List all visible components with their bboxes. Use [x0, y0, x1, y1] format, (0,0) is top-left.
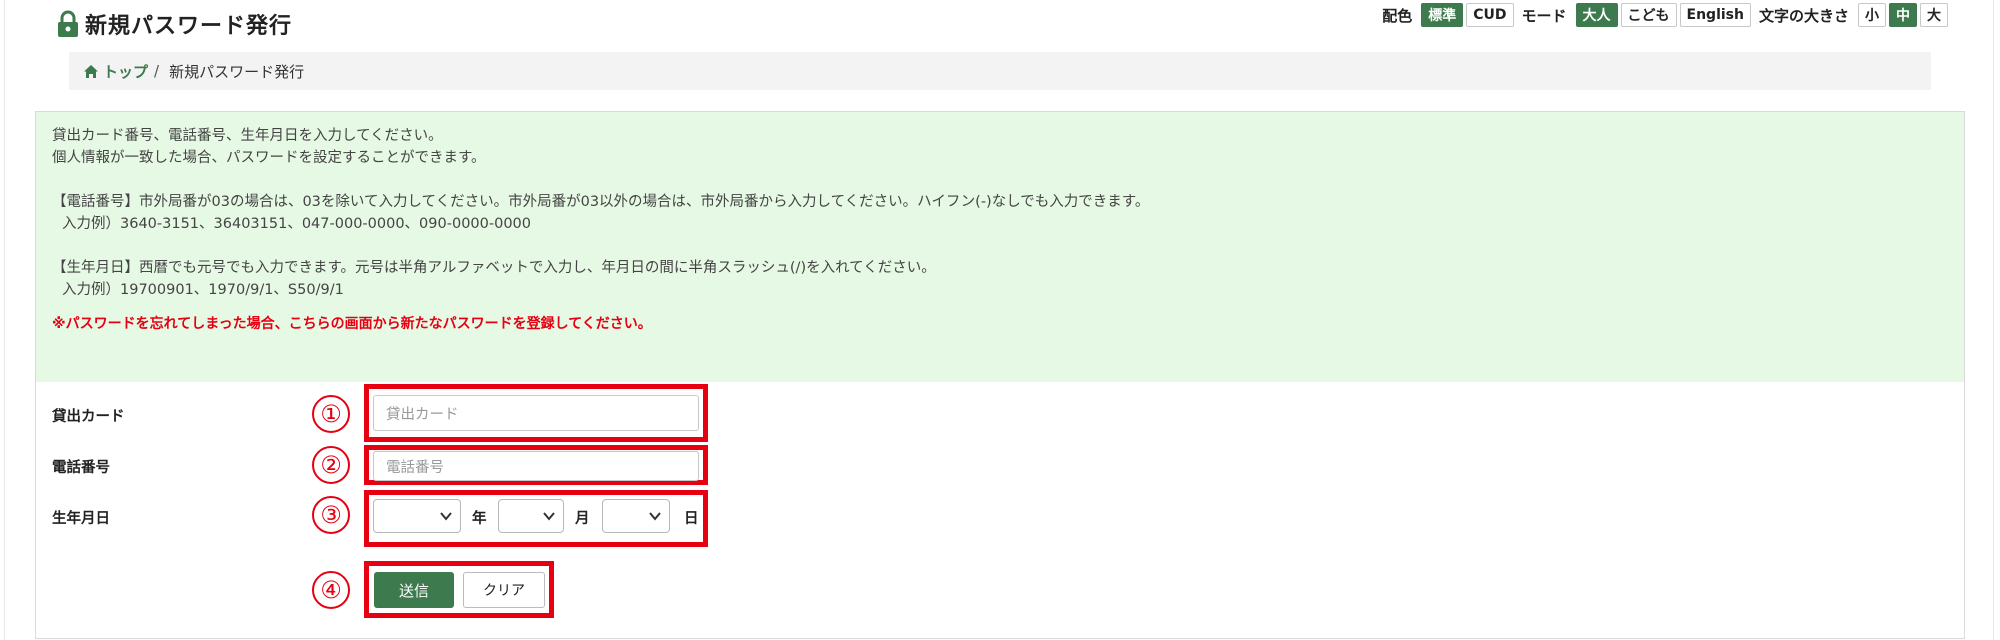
- home-icon[interactable]: [83, 64, 99, 79]
- annotation-marker-2: ②: [312, 446, 350, 484]
- clear-button[interactable]: クリア: [463, 572, 545, 608]
- breadcrumb-separator: /: [154, 62, 160, 80]
- birth-year-select[interactable]: [373, 499, 461, 533]
- display-settings: 配色 標準 CUD モード 大人 こども English 文字の大きさ 小 中 …: [1374, 3, 1948, 27]
- breadcrumb-home-link[interactable]: トップ: [103, 61, 148, 82]
- breadcrumb-current: 新規パスワード発行: [169, 62, 305, 81]
- birthdate-rule-text: 【生年月日】西暦でも元号でも入力できます。元号は半角アルファベットで入力し、年月…: [52, 260, 936, 276]
- day-unit-label: 日: [684, 511, 699, 527]
- color-scheme-label: 配色: [1382, 6, 1413, 25]
- font-size-medium-button[interactable]: 中: [1889, 3, 1917, 27]
- phone-rule-text: 【電話番号】市外局番が03の場合は、03を除いて入力してください。市外局番が03…: [52, 194, 1150, 210]
- warning-text: ※パスワードを忘れてしまった場合、こちらの画面から新たなパスワードを登録してくだ…: [52, 316, 652, 332]
- font-size-label: 文字の大きさ: [1758, 6, 1849, 25]
- birthdate-label: 生年月日: [52, 511, 110, 527]
- year-unit-label: 年: [472, 511, 487, 527]
- card-number-label: 貸出カード: [52, 409, 125, 425]
- chevron-down-icon: [440, 512, 452, 521]
- submit-button[interactable]: 送信: [374, 572, 454, 608]
- birthdate-example-text: 入力例）19700901、1970/9/1、S50/9/1: [62, 282, 344, 298]
- mode-label: モード: [1521, 6, 1567, 25]
- birth-day-select[interactable]: [602, 499, 670, 533]
- font-size-large-button[interactable]: 大: [1920, 3, 1948, 27]
- instructions-box: 貸出カード番号、電話番号、生年月日を入力してください。 個人情報が一致した場合、…: [36, 112, 1964, 382]
- month-unit-label: 月: [575, 511, 590, 527]
- chevron-down-icon: [543, 512, 555, 521]
- breadcrumb: トップ / 新規パスワード発行: [69, 52, 1931, 90]
- lock-icon: [58, 10, 78, 37]
- chevron-down-icon: [649, 512, 661, 521]
- mode-kids-button[interactable]: こども: [1620, 3, 1677, 27]
- phone-example-text: 入力例）3640-3151、36403151、047-000-0000、090-…: [62, 216, 531, 232]
- phone-number-label: 電話番号: [52, 460, 110, 476]
- annotation-marker-1: ①: [312, 395, 350, 433]
- annotation-marker-4: ④: [312, 571, 350, 609]
- page-title: 新規パスワード発行: [85, 14, 293, 39]
- card-number-input[interactable]: 貸出カード: [373, 395, 699, 431]
- instruction-line: 個人情報が一致した場合、パスワードを設定することができます。: [52, 150, 486, 166]
- color-standard-button[interactable]: 標準: [1421, 3, 1464, 27]
- mode-adult-button[interactable]: 大人: [1575, 3, 1618, 27]
- password-form-panel: 貸出カード番号、電話番号、生年月日を入力してください。 個人情報が一致した場合、…: [35, 111, 1965, 639]
- color-cud-button[interactable]: CUD: [1466, 3, 1514, 27]
- font-size-small-button[interactable]: 小: [1858, 3, 1886, 27]
- phone-number-input[interactable]: 電話番号: [373, 451, 699, 481]
- annotation-marker-3: ③: [312, 496, 350, 534]
- instruction-line: 貸出カード番号、電話番号、生年月日を入力してください。: [52, 128, 443, 144]
- page-header: 新規パスワード発行: [55, 8, 292, 40]
- mode-english-button[interactable]: English: [1679, 3, 1751, 27]
- birth-month-select[interactable]: [498, 499, 564, 533]
